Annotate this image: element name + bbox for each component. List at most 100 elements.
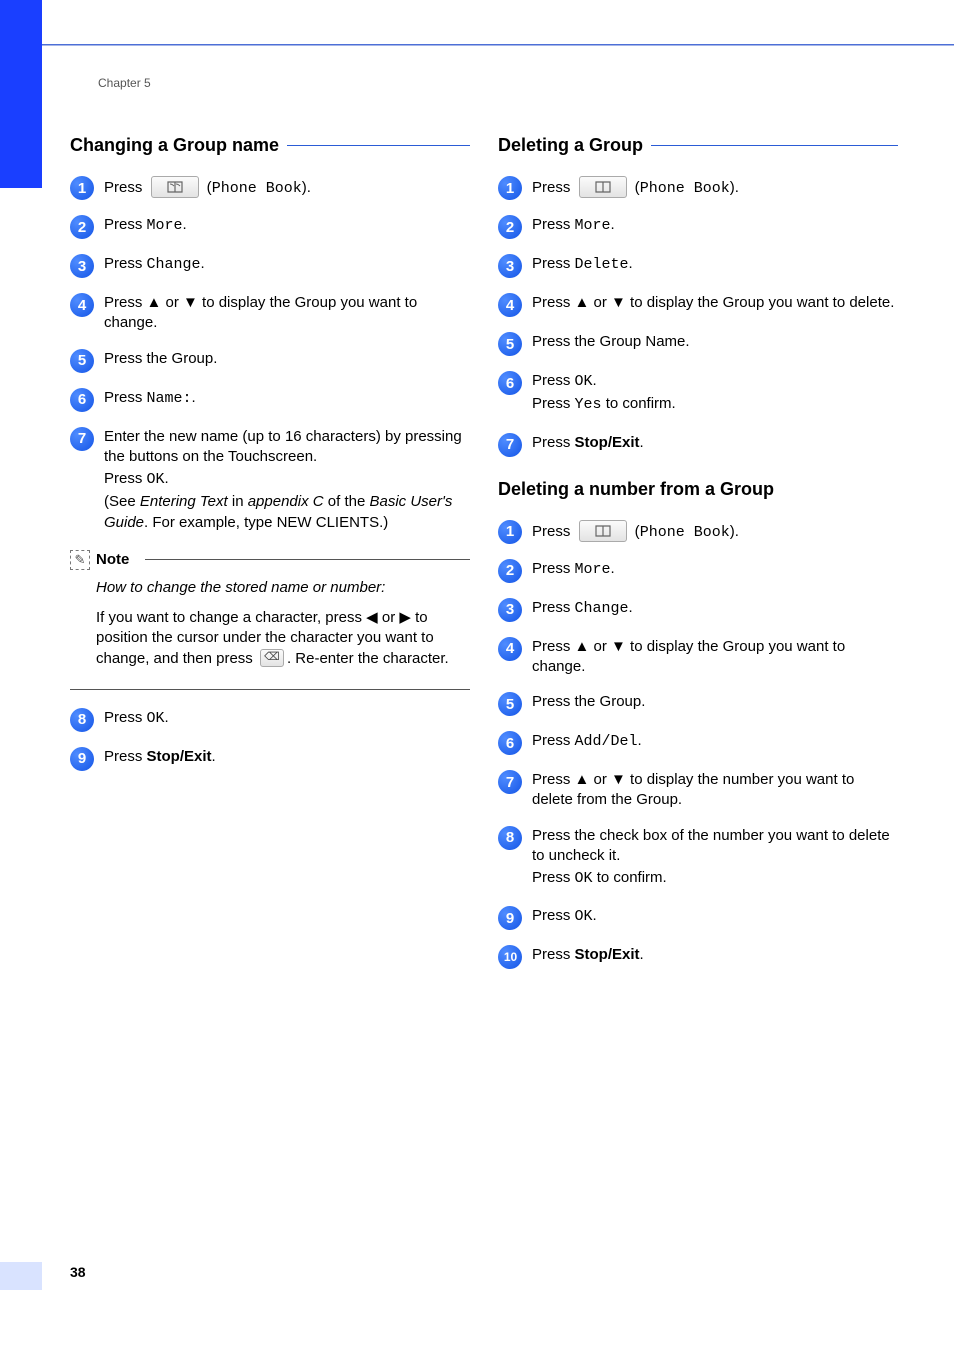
step-number-badge: 7 (70, 427, 94, 451)
step-2: 2 Press More. (498, 215, 898, 239)
step-8: 8 Press the check box of the number you … (498, 826, 898, 892)
step-text: Press the Group Name. (532, 333, 690, 350)
step-text: ( (203, 179, 212, 196)
step-text: . (629, 255, 633, 272)
step-text: Press (532, 255, 575, 272)
step-text: Press (104, 216, 147, 233)
step-number-badge: 8 (70, 708, 94, 732)
step-7: 7 Press ▲ or ▼ to display the number you… (498, 770, 898, 811)
step-number-badge: 5 (498, 692, 522, 716)
note-box: ✎ Note How to change the stored name or … (70, 550, 470, 690)
header-rule (42, 44, 954, 46)
step-text: OK (575, 373, 593, 390)
step-2: 2 Press More. (498, 559, 898, 583)
step-text: . (192, 389, 196, 406)
step-text: Press (104, 709, 147, 726)
step-number-badge: 3 (70, 254, 94, 278)
step-number-badge: 8 (498, 826, 522, 850)
step-text: Press (532, 372, 575, 389)
step-text: ). (730, 179, 739, 196)
note-text: . Re-enter the character. (287, 650, 449, 667)
backspace-icon: ⌫ (260, 649, 284, 667)
step-number-badge: 2 (70, 215, 94, 239)
step-text: to confirm. (593, 869, 667, 886)
step-10: 10 Press Stop/Exit. (498, 945, 898, 969)
step-3: 3 Press Change. (498, 598, 898, 622)
step-text: Press (532, 179, 575, 196)
phonebook-icon (579, 176, 627, 198)
step-text: . (593, 372, 597, 389)
step-number-badge: 2 (498, 215, 522, 239)
section-rule (651, 145, 898, 146)
step-3: 3 Press Delete. (498, 254, 898, 278)
step-text: . (638, 732, 642, 749)
step-text: . (165, 709, 169, 726)
step-4: 4 Press ▲ or ▼ to display the Group you … (498, 293, 898, 317)
step-text: Press (532, 560, 575, 577)
phonebook-icon (579, 520, 627, 542)
step-9: 9 Press Stop/Exit. (70, 747, 470, 771)
page-stub (0, 1262, 42, 1290)
step-6: 6 Press OK. Press Yes to confirm. (498, 371, 898, 418)
step-text: Name: (147, 390, 192, 407)
step-text: Stop/Exit (575, 434, 640, 451)
step-text: . (640, 434, 644, 451)
step-text: Press ▲ or ▼ to display the Group you wa… (532, 294, 894, 311)
step-text: OK (147, 471, 165, 488)
step-text: Press (104, 179, 147, 196)
step-text: Press (532, 907, 575, 924)
step-text: Phone Book (212, 180, 302, 197)
step-number-badge: 6 (498, 731, 522, 755)
step-text: Press (532, 869, 575, 886)
right-column: Deleting a Group 1 Press (Phone Book). 2… (498, 135, 898, 984)
step-number-badge: 2 (498, 559, 522, 583)
step-number-badge: 5 (498, 332, 522, 356)
step-text: . (212, 748, 216, 765)
step-7: 7 Press Stop/Exit. (498, 433, 898, 457)
step-number-badge: 4 (498, 293, 522, 317)
step-text: Stop/Exit (147, 748, 212, 765)
step-number-badge: 9 (70, 747, 94, 771)
section-title: Deleting a Group (498, 135, 643, 156)
step-1: 1 Press (Phone Book). (70, 176, 470, 200)
step-7: 7 Enter the new name (up to 16 character… (70, 427, 470, 535)
step-8: 8 Press OK. (70, 708, 470, 732)
step-text: Press the Group. (104, 350, 217, 367)
section-title: Changing a Group name (70, 135, 279, 156)
step-number-badge: 3 (498, 598, 522, 622)
step-text: Press (104, 748, 147, 765)
step-text: Press ▲ or ▼ to display the Group you wa… (104, 294, 417, 331)
step-text: . (201, 255, 205, 272)
step-number-badge: 1 (498, 176, 522, 200)
step-text: Press (532, 434, 575, 451)
step-text: . (183, 216, 187, 233)
step-number-badge: 9 (498, 906, 522, 930)
chapter-label: Chapter 5 (98, 76, 151, 90)
step-text: . (640, 946, 644, 963)
step-6: 6 Press Add/Del. (498, 731, 898, 755)
step-text: Press (532, 599, 575, 616)
step-text: . (611, 216, 615, 233)
step-number-badge: 1 (70, 176, 94, 200)
step-number-badge: 10 (498, 945, 522, 969)
step-text: Press (532, 522, 575, 539)
step-text: OK (575, 870, 593, 887)
left-column: Changing a Group name 1 Press (Phone Boo… (70, 135, 470, 984)
step-text: ( (631, 179, 640, 196)
step-text: Enter the new name (up to 16 characters)… (104, 427, 470, 468)
step-text: . (611, 560, 615, 577)
step-text: (See (104, 493, 140, 510)
step-text: More (575, 561, 611, 578)
step-5: 5 Press the Group. (70, 349, 470, 373)
step-text: Phone Book (640, 180, 730, 197)
step-3: 3 Press Change. (70, 254, 470, 278)
step-5: 5 Press the Group Name. (498, 332, 898, 356)
step-number-badge: 6 (70, 388, 94, 412)
step-text: More (147, 217, 183, 234)
step-text: . For example, type NEW CLIENTS.) (144, 514, 388, 531)
step-text: of the (324, 493, 370, 510)
step-text: Press (532, 946, 575, 963)
step-5: 5 Press the Group. (498, 692, 898, 716)
step-text: Entering Text (140, 493, 228, 510)
step-text: Press (104, 255, 147, 272)
